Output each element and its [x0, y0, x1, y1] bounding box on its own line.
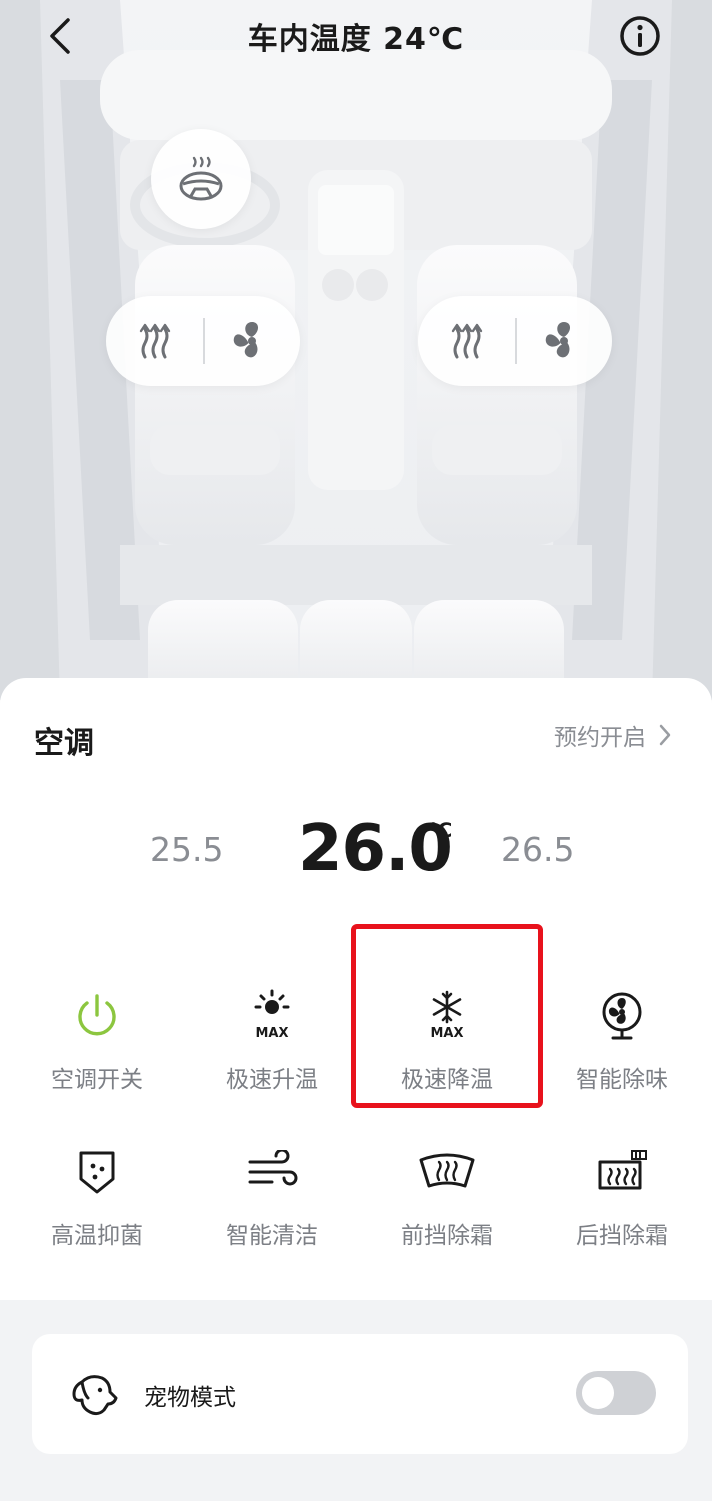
function-label: 后挡除霜 — [576, 1223, 668, 1249]
section-title: 空调 — [34, 726, 94, 761]
smart-deodorize-button[interactable]: 智能除味 — [537, 986, 707, 1116]
function-label: 智能清洁 — [226, 1223, 318, 1249]
steering-wheel-heat-button[interactable] — [151, 129, 251, 229]
temp-higher-option[interactable]: 26.5 — [501, 830, 574, 869]
driver-seat-controls — [106, 296, 300, 386]
driver-seat-vent-button[interactable] — [203, 296, 300, 386]
info-button[interactable] — [616, 12, 664, 60]
rapid-heat-button[interactable]: MAX 极速升温 — [187, 986, 357, 1116]
fan-icon — [545, 322, 570, 358]
ac-power-button[interactable]: 空调开关 — [12, 986, 182, 1116]
function-label: 智能除味 — [576, 1067, 668, 1093]
temperature-unit: ℃ — [428, 818, 453, 842]
wind-clean-icon — [248, 1150, 298, 1186]
power-icon — [78, 994, 116, 1036]
pet-mode-toggle[interactable] — [576, 1371, 656, 1415]
passenger-seat-controls — [418, 296, 612, 386]
high-temp-sterilize-button[interactable]: 高温抑菌 — [12, 1142, 182, 1272]
ac-panel: 空调 预约开启 25.5 26.0 ℃ 26.5 空调开关 MAX 极速升温 M… — [0, 678, 712, 1300]
sun-max-icon: MAX — [254, 989, 290, 1041]
front-defrost-button[interactable]: 前挡除霜 — [362, 1142, 532, 1272]
dog-icon — [72, 1375, 118, 1416]
front-defrost-icon — [419, 1153, 475, 1188]
svg-text:MAX: MAX — [255, 1026, 288, 1041]
temperature-selector[interactable]: 25.5 26.0 ℃ 26.5 — [0, 798, 712, 888]
highlight-box — [351, 924, 543, 1108]
fan-icon — [233, 322, 258, 358]
rear-defrost-icon — [598, 1150, 647, 1190]
function-label: 高温抑菌 — [51, 1223, 143, 1249]
driver-seat-heat-button[interactable] — [106, 296, 203, 386]
rear-defrost-button[interactable]: 后挡除霜 — [537, 1142, 707, 1272]
chevron-right-icon — [659, 724, 671, 746]
car-cabin-view: 车内温度 24℃ — [0, 0, 712, 700]
pet-mode-label: 宠物模式 — [144, 1385, 236, 1411]
function-label: 前挡除霜 — [401, 1223, 493, 1249]
info-circle-icon — [620, 16, 660, 56]
smart-clean-button[interactable]: 智能清洁 — [187, 1142, 357, 1272]
passenger-seat-heat-button[interactable] — [418, 296, 515, 386]
toggle-knob — [582, 1377, 614, 1409]
pet-mode-card: 宠物模式 — [32, 1334, 688, 1454]
seat-heat-icon — [451, 323, 482, 359]
passenger-seat-vent-button[interactable] — [515, 296, 612, 386]
function-label: 空调开关 — [51, 1067, 143, 1093]
schedule-label: 预约开启 — [554, 725, 646, 751]
steering-wheel-heat-icon — [179, 156, 223, 201]
temp-lower-option[interactable]: 25.5 — [150, 830, 223, 869]
top-bar: 车内温度 24℃ — [0, 0, 712, 76]
schedule-start-link[interactable]: 预约开启 — [554, 718, 672, 752]
page-title: 车内温度 24℃ — [247, 22, 465, 57]
function-label: 极速升温 — [226, 1067, 318, 1093]
seat-heat-icon — [139, 323, 170, 359]
shield-sterilize-icon — [79, 1151, 115, 1194]
fan-deodorize-icon — [602, 992, 642, 1040]
